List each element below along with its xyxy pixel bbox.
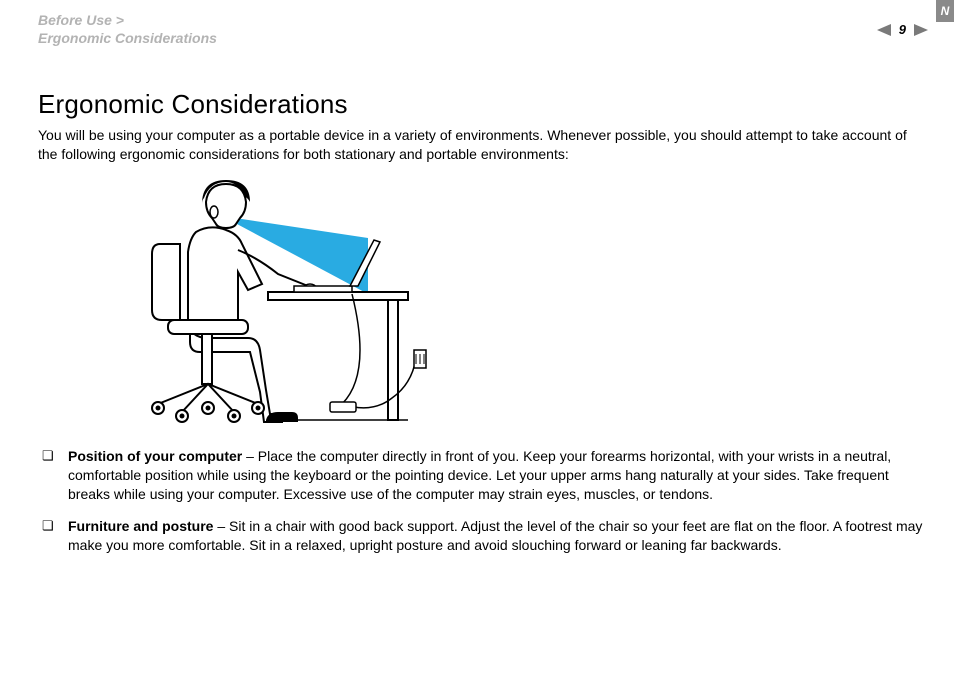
next-page-icon[interactable]: [914, 24, 928, 36]
intro-paragraph: You will be using your computer as a por…: [38, 126, 928, 164]
document-page: N Before Use > Ergonomic Considerations …: [0, 0, 954, 674]
breadcrumb: Before Use > Ergonomic Considerations: [38, 12, 217, 47]
prev-page-icon[interactable]: [877, 24, 891, 36]
ergonomic-posture-illustration: [138, 174, 928, 437]
page-title: Ergonomic Considerations: [38, 89, 928, 120]
page-nav: 9: [877, 12, 928, 38]
bullet-list: Position of your computer – Place the co…: [38, 447, 928, 555]
header: Before Use > Ergonomic Considerations 9: [38, 12, 928, 47]
breadcrumb-line2: Ergonomic Considerations: [38, 30, 217, 46]
breadcrumb-line1: Before Use >: [38, 12, 124, 28]
page-number: 9: [899, 22, 906, 38]
bullet-bold: Furniture and posture: [68, 518, 213, 534]
bullet-bold: Position of your computer: [68, 448, 242, 464]
list-item: Position of your computer – Place the co…: [38, 447, 928, 504]
list-item: Furniture and posture – Sit in a chair w…: [38, 517, 928, 555]
page-flag: N: [936, 0, 954, 22]
